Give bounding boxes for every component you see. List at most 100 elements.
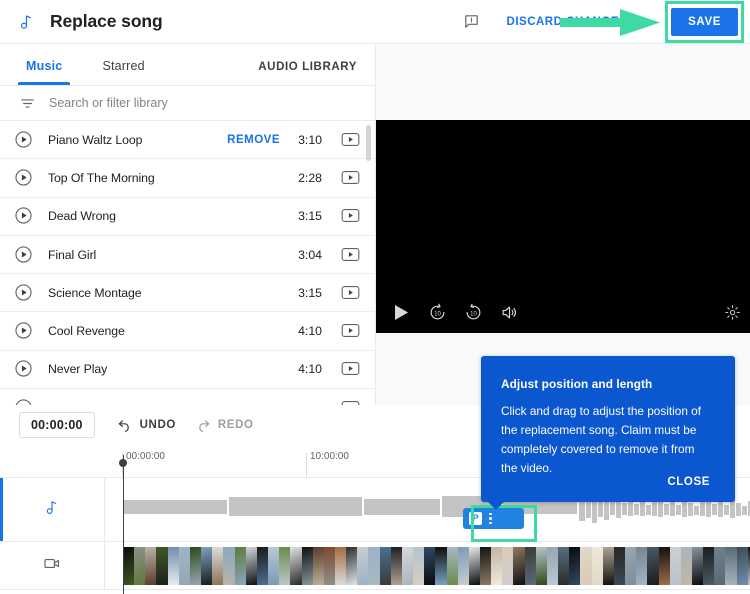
audio-library-panel: Music Starred AUDIO LIBRARY Piano Waltz … xyxy=(0,44,376,405)
undo-label: UNDO xyxy=(139,419,176,431)
filmstrip-frame xyxy=(725,547,737,585)
filter-list-icon[interactable] xyxy=(17,93,37,113)
filmstrip-frame xyxy=(457,547,469,585)
remove-song-button[interactable]: REMOVE xyxy=(227,134,280,146)
play-icon[interactable] xyxy=(14,245,34,265)
replacement-song-clip[interactable]: P xyxy=(463,508,524,529)
video-track-body[interactable] xyxy=(105,542,750,589)
more-vert-icon[interactable] xyxy=(489,512,492,525)
filmstrip-frame xyxy=(669,547,681,585)
search-input[interactable] xyxy=(47,95,297,111)
song-duration: 3:15 xyxy=(298,209,322,224)
filmstrip-frame xyxy=(189,547,202,585)
add-to-video-icon[interactable] xyxy=(341,323,361,339)
gear-icon[interactable] xyxy=(720,300,744,324)
ruler-tick xyxy=(306,453,307,478)
play-icon[interactable] xyxy=(14,168,34,188)
filmstrip-frame xyxy=(591,547,603,585)
video-player[interactable]: 10 10 xyxy=(376,120,750,333)
filmstrip-frame xyxy=(658,547,670,585)
filmstrip-frame xyxy=(680,547,692,585)
play-icon[interactable] xyxy=(14,130,34,150)
song-duration: 2:28 xyxy=(298,170,322,185)
play-icon[interactable] xyxy=(14,398,34,405)
list-item[interactable]: Dead Wrong 3:15 xyxy=(0,198,375,236)
list-item[interactable]: Cool Revenge 4:10 xyxy=(0,312,375,351)
song-title: Science Montage xyxy=(48,285,142,300)
add-to-video-icon[interactable] xyxy=(341,170,361,186)
video-track xyxy=(0,542,750,590)
filmstrip-frame xyxy=(334,547,347,585)
ruler-tick-label: 10:00:00 xyxy=(310,451,349,462)
tab-music[interactable]: Music xyxy=(17,59,71,85)
filmstrip-frame xyxy=(468,547,480,585)
play-icon[interactable] xyxy=(14,283,34,303)
undo-button[interactable]: UNDO xyxy=(117,417,176,434)
music-note-icon xyxy=(17,12,37,32)
list-item[interactable]: Science Montage 3:15 xyxy=(0,274,375,313)
filmstrip-frame xyxy=(691,547,704,585)
play-button[interactable] xyxy=(389,300,413,324)
discard-changes-button[interactable]: DISCARD CHANGES xyxy=(505,10,630,34)
tab-starred[interactable]: Starred xyxy=(102,59,144,85)
timecode-input[interactable]: 00:00:00 xyxy=(19,412,95,438)
song-list-scrollbar[interactable] xyxy=(366,125,371,161)
filmstrip-frame xyxy=(714,547,726,585)
play-icon[interactable] xyxy=(14,359,34,379)
song-duration: 3:04 xyxy=(298,247,322,262)
save-button[interactable]: SAVE xyxy=(671,7,738,36)
filmstrip-frame xyxy=(647,547,659,585)
list-item[interactable]: Top Of The Morning 2:28 xyxy=(0,159,375,198)
filmstrip-frame xyxy=(145,547,157,585)
filmstrip-frame xyxy=(491,547,503,585)
song-duration: 3:15 xyxy=(298,285,322,300)
song-title: Dead Wrong xyxy=(48,209,116,224)
undo-icon xyxy=(117,417,134,434)
replace-song-editor: Replace song DISCARD CHANGES SAVE Music … xyxy=(0,0,750,594)
play-icon[interactable] xyxy=(14,321,34,341)
play-icon[interactable] xyxy=(14,206,34,226)
filmstrip-frame xyxy=(245,547,257,585)
filmstrip-frame xyxy=(290,547,302,585)
add-to-video-icon[interactable] xyxy=(341,285,361,301)
playhead-handle[interactable] xyxy=(119,459,127,467)
add-to-video-icon[interactable] xyxy=(341,247,361,263)
filmstrip-frame xyxy=(613,547,626,585)
feedback-icon[interactable] xyxy=(462,12,482,32)
filmstrip-frame xyxy=(379,547,391,585)
filmstrip-frame xyxy=(480,547,492,585)
add-to-video-icon[interactable] xyxy=(341,361,361,377)
filmstrip-frame xyxy=(736,547,748,585)
song-title: Piano Waltz Loop xyxy=(48,132,143,147)
filmstrip-frame xyxy=(357,547,369,585)
filmstrip-frame xyxy=(212,547,224,585)
ruler-tick-label: 00:00:00 xyxy=(126,451,165,462)
redo-button[interactable]: REDO xyxy=(195,417,254,434)
clip-badge: P xyxy=(469,512,482,525)
svg-text:10: 10 xyxy=(434,311,441,317)
filmstrip-frame xyxy=(312,547,324,585)
list-item[interactable] xyxy=(0,389,375,405)
tooltip-close-button[interactable]: CLOSE xyxy=(661,475,716,489)
add-to-video-icon[interactable] xyxy=(341,132,361,148)
rewind-10-button[interactable]: 10 xyxy=(425,300,449,324)
audio-library-link[interactable]: AUDIO LIBRARY xyxy=(258,61,357,85)
volume-button[interactable] xyxy=(497,300,521,324)
list-item[interactable]: Piano Waltz Loop REMOVE 3:10 xyxy=(0,121,375,160)
song-title: Final Girl xyxy=(48,247,97,262)
list-item[interactable]: Final Girl 3:04 xyxy=(0,236,375,275)
video-filmstrip[interactable] xyxy=(123,547,750,585)
song-title: Never Play xyxy=(48,362,108,377)
audio-track-header xyxy=(0,478,105,541)
header-actions: DISCARD CHANGES SAVE xyxy=(462,0,750,43)
filmstrip-frame xyxy=(546,547,559,585)
filmstrip-frame xyxy=(268,547,280,585)
forward-10-button[interactable]: 10 xyxy=(461,300,485,324)
song-list[interactable]: Piano Waltz Loop REMOVE 3:10 Top Of The … xyxy=(0,121,375,405)
videocam-icon xyxy=(43,554,62,578)
add-to-video-icon[interactable] xyxy=(341,208,361,224)
filmstrip-frame xyxy=(558,547,570,585)
svg-text:10: 10 xyxy=(470,311,477,317)
filmstrip-frame xyxy=(602,547,614,585)
list-item[interactable]: Never Play 4:10 xyxy=(0,351,375,390)
